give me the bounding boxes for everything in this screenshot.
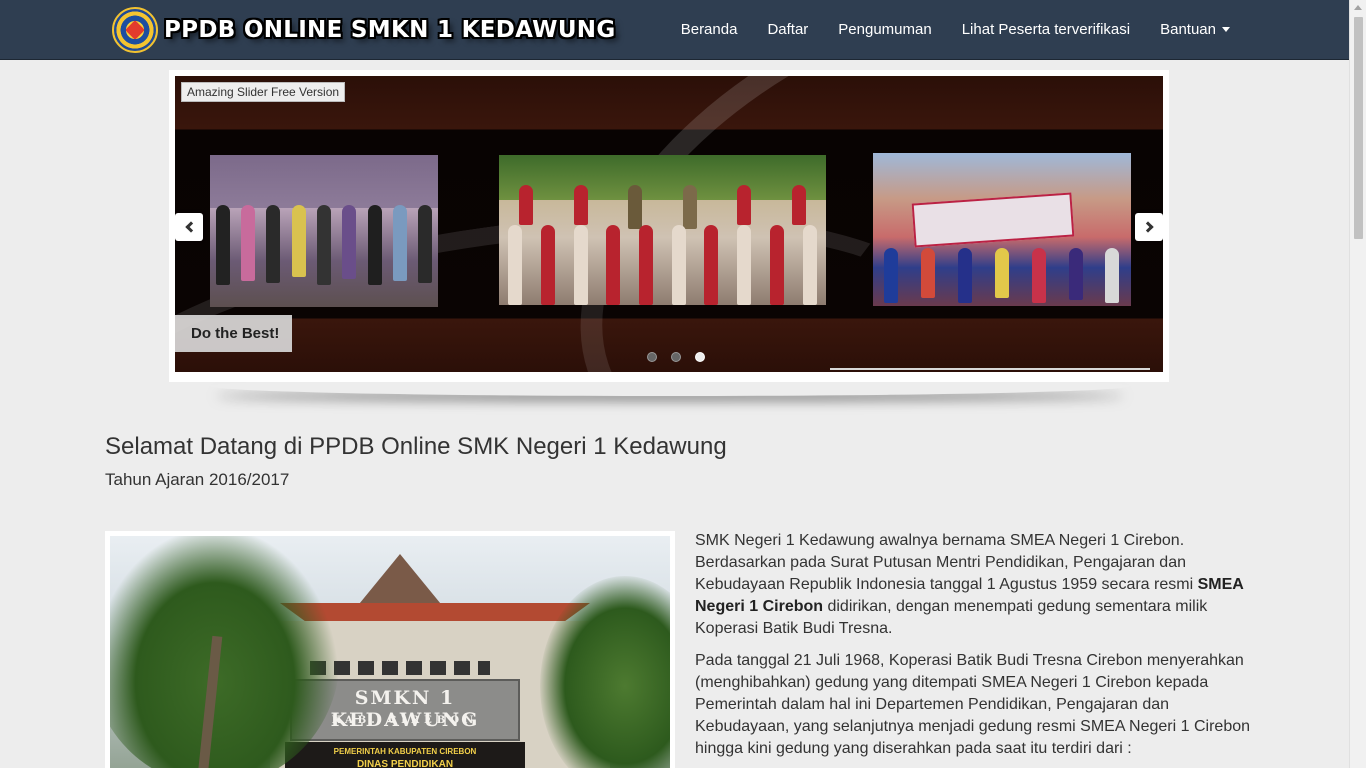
- scroll-up-arrow-icon[interactable]: [1354, 5, 1362, 10]
- slide-photo-group-1: [210, 155, 438, 307]
- page-subtitle: Tahun Ajaran 2016/2017: [105, 470, 290, 489]
- slider-prev-button[interactable]: [175, 213, 203, 241]
- navbar: PPDB ONLINE SMKN 1 KEDAWUNG Beranda Daft…: [0, 0, 1349, 60]
- school-building-photo: SMKN 1 KEDAWUNG KAB. CIREBON PEMERINTAH …: [105, 531, 675, 768]
- page-title: Selamat Datang di PPDB Online SMK Negeri…: [105, 433, 727, 460]
- slide-photo-group-2: [499, 155, 826, 305]
- nav-beranda[interactable]: Beranda: [666, 0, 753, 60]
- nav-bantuan-dropdown[interactable]: Bantuan: [1145, 0, 1245, 60]
- caret-down-icon: [1222, 27, 1230, 32]
- slider-pagination: [647, 352, 705, 362]
- brand-link[interactable]: PPDB ONLINE SMKN 1 KEDAWUNG: [112, 5, 616, 55]
- history-paragraph-1: SMK Negeri 1 Kedawung awalnya bernama SM…: [695, 532, 1244, 637]
- history-text: SMK Negeri 1 Kedawung awalnya bernama SM…: [695, 530, 1250, 768]
- image-slider-frame: Amazing Slider Free Version Do the Best!: [169, 70, 1169, 382]
- school-plaque: PEMERINTAH KABUPATEN CIREBON DINAS PENDI…: [285, 742, 525, 768]
- school-logo-icon: [112, 7, 158, 53]
- slider-dot-2[interactable]: [671, 352, 681, 362]
- page-scrollbar[interactable]: [1349, 0, 1366, 768]
- slider-watermark[interactable]: Amazing Slider Free Version: [181, 82, 346, 102]
- nav-pengumuman[interactable]: Pengumuman: [823, 0, 946, 60]
- nav-lihat-peserta[interactable]: Lihat Peserta terverifikasi: [947, 0, 1145, 60]
- history-paragraph-2: Pada tanggal 21 Juli 1968, Koperasi Bati…: [695, 652, 1251, 757]
- main-nav: Beranda Daftar Pengumuman Lihat Peserta …: [666, 0, 1245, 60]
- brand-title: PPDB ONLINE SMKN 1 KEDAWUNG: [164, 17, 616, 43]
- slider-next-button[interactable]: [1135, 213, 1163, 241]
- nav-bantuan-label: Bantuan: [1160, 21, 1216, 38]
- chevron-right-icon: [1141, 221, 1154, 233]
- slider-dot-3[interactable]: [695, 352, 705, 362]
- image-slider[interactable]: Amazing Slider Free Version Do the Best!: [175, 76, 1163, 372]
- slider-dot-1[interactable]: [647, 352, 657, 362]
- chevron-left-icon: [184, 221, 197, 233]
- scroll-thumb[interactable]: [1354, 17, 1363, 239]
- nav-daftar[interactable]: Daftar: [752, 0, 823, 60]
- slide-caption: Do the Best!: [175, 315, 292, 352]
- slide-photo-festival: [873, 153, 1131, 306]
